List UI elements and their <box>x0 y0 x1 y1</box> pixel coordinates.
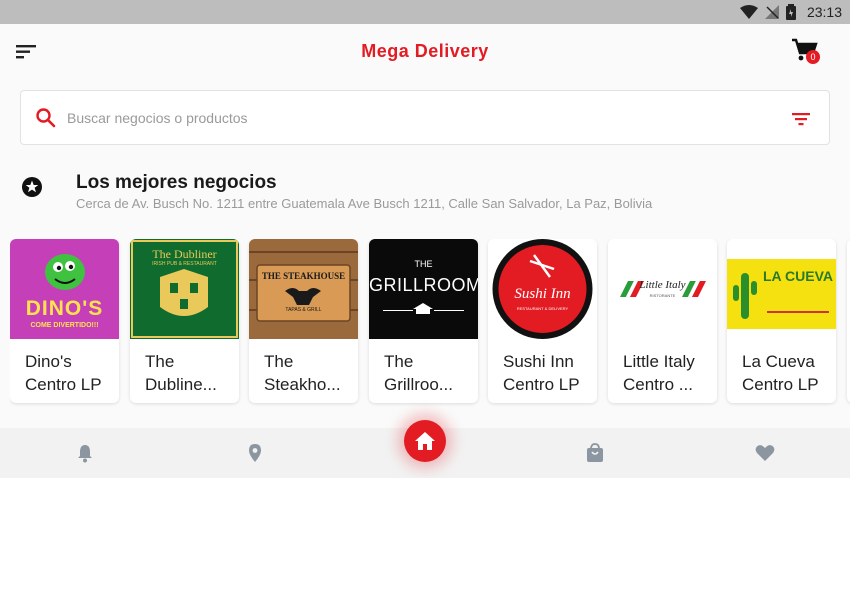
status-icons: 23:13 <box>739 0 850 24</box>
business-name: Little Italy Centro ... <box>608 339 717 396</box>
business-logo-text: DINO'S <box>25 297 104 320</box>
nav-orders[interactable] <box>584 442 606 464</box>
section-address: Cerca de Av. Busch No. 1211 entre Guatem… <box>76 196 653 211</box>
battery-icon <box>785 4 796 20</box>
business-logo-grillroom: THE GRILLROOM <box>369 239 478 339</box>
business-card-la-cueva[interactable]: LA CUEVA La Cueva Centro LP <box>727 239 836 403</box>
business-logo-subtitle: IRISH PUB & RESTAURANT <box>152 261 217 267</box>
bell-icon <box>78 445 92 463</box>
business-name-line1: Dino's <box>25 352 72 371</box>
nav-home[interactable] <box>404 420 446 462</box>
heart-icon <box>755 445 775 461</box>
business-logo-steakhouse: THE STEAKHOUSE TAPAS & GRILL <box>249 239 358 339</box>
business-card-sushi-inn[interactable]: Sushi Inn RESTAURANT & DELIVERY Sushi In… <box>488 239 597 403</box>
app-screen: Mega Delivery 0 Los <box>0 24 850 478</box>
business-name-line2: Centro LP <box>742 375 819 394</box>
nav-notifications[interactable] <box>74 442 96 464</box>
business-logo-subtitle: COME DIVERTIDO!!! <box>30 322 99 329</box>
home-icon <box>415 432 435 450</box>
business-name-line1: The <box>264 352 294 371</box>
business-logo-sushi-inn: Sushi Inn RESTAURANT & DELIVERY <box>488 239 597 339</box>
business-name-line1: Sushi Inn <box>503 352 574 371</box>
wifi-icon <box>739 5 758 19</box>
business-name-line2: Steakho... <box>264 375 341 394</box>
business-name-line1: Little Italy <box>623 352 695 371</box>
business-logo-subtitle: TAPAS & GRILL <box>285 307 322 313</box>
business-logo-subtitle: RESTAURANT & DELIVERY <box>516 306 569 311</box>
no-signal-icon <box>764 5 779 19</box>
business-logo-text: The Dubliner <box>152 247 217 261</box>
app-bar: Mega Delivery 0 <box>0 24 850 80</box>
business-card-little-italy[interactable]: Little Italy RISTORANTE Little Italy Cen… <box>608 239 717 403</box>
business-name-line1: The <box>145 352 175 371</box>
business-logo-text: Sushi Inn <box>514 286 571 302</box>
status-time: 23:13 <box>806 4 842 20</box>
business-name-line1: The <box>384 352 414 371</box>
status-bar: 23:13 <box>0 0 850 24</box>
filter-icon <box>792 113 810 126</box>
business-logo-subtitle: RISTORANTE <box>649 293 676 298</box>
business-logo-text: THE <box>414 259 433 269</box>
shopping-bag-icon <box>587 443 603 462</box>
search-icon <box>36 108 56 128</box>
business-name: The Steakho... <box>249 339 358 396</box>
business-name-line1: La Cueva <box>742 352 815 371</box>
business-name-line2: Grillroo... <box>384 375 453 394</box>
search-box <box>20 90 830 145</box>
business-logo-little-italy: Little Italy RISTORANTE <box>608 239 717 339</box>
nav-favorites[interactable] <box>754 442 776 464</box>
business-carousel[interactable]: DINO'S COME DIVERTIDO!!! Dino's Centro L… <box>10 239 850 407</box>
business-card-steakhouse[interactable]: THE STEAKHOUSE TAPAS & GRILL The Steakho… <box>249 239 358 403</box>
business-logo-la-cueva: LA CUEVA <box>727 239 836 339</box>
star-badge-icon <box>22 177 42 197</box>
business-name: La Cueva Centro LP <box>727 339 836 396</box>
filter-button[interactable] <box>789 107 813 131</box>
business-name-line2: Centro LP <box>25 375 102 394</box>
business-name: The Dubline... <box>130 339 239 396</box>
app-title: Mega Delivery <box>361 41 489 61</box>
business-name-line2: Centro ... <box>623 375 693 394</box>
business-name-line2: Dubline... <box>145 375 217 394</box>
business-logo-text: THE STEAKHOUSE <box>261 271 346 281</box>
nav-location[interactable] <box>244 442 266 464</box>
business-name: The Grillroo... <box>369 339 478 396</box>
search-input[interactable] <box>67 105 767 131</box>
business-name: Dino's Centro LP <box>10 339 119 396</box>
section-title: Los mejores negocios <box>76 172 277 193</box>
cart-button[interactable]: 0 <box>792 38 822 68</box>
business-logo-text: LA CUEVA <box>763 268 833 284</box>
business-name-line2: Centro LP <box>503 375 580 394</box>
business-card-dubliner[interactable]: The Dubliner IRISH PUB & RESTAURANT The … <box>130 239 239 403</box>
business-logo-dinos: DINO'S COME DIVERTIDO!!! <box>10 239 119 339</box>
business-logo-subtitle: GRILLROOM <box>369 275 478 295</box>
cart-count-badge: 0 <box>806 50 820 64</box>
business-logo-dubliner: The Dubliner IRISH PUB & RESTAURANT <box>130 239 239 339</box>
business-card-grillroom[interactable]: THE GRILLROOM The Grillroo... <box>369 239 478 403</box>
business-name: Sushi Inn Centro LP <box>488 339 597 396</box>
bottom-nav <box>0 420 850 478</box>
business-logo-text: Little Italy <box>639 279 686 291</box>
business-card-dinos[interactable]: DINO'S COME DIVERTIDO!!! Dino's Centro L… <box>10 239 119 403</box>
location-pin-icon <box>249 444 261 462</box>
